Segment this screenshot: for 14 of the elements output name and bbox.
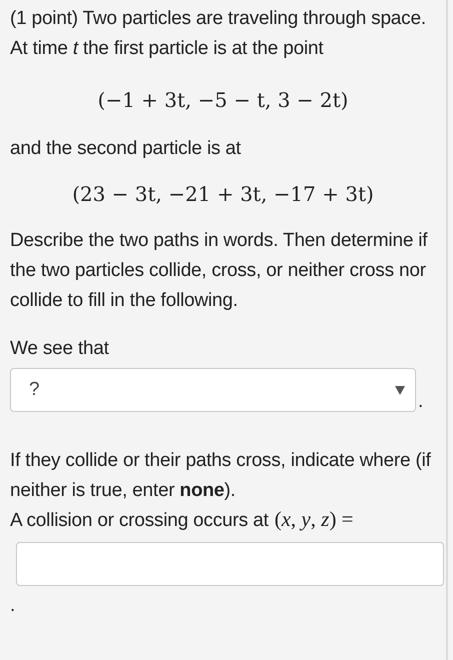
answer-select[interactable]: ? xyxy=(10,368,416,412)
answer-label: A collision or crossing occurs at xyxy=(10,509,268,533)
problem-text: and the second particle is at xyxy=(10,137,242,161)
math-expression: (23 − 3t, −21 + 3t, −17 + 3t) xyxy=(72,182,374,206)
answer-input-field[interactable] xyxy=(16,542,444,586)
select-label: We see that xyxy=(10,337,110,361)
math-expression: (x, y, z) = xyxy=(274,507,354,532)
period-text: . xyxy=(418,392,424,412)
math-expression: (−1 + 3t, −5 − t, 3 − 2t) xyxy=(98,88,348,112)
period-text: . xyxy=(10,595,16,616)
problem-intro: (1 point) Two particles are traveling through space. At time t the first particle is at the point xyxy=(10,7,427,61)
instructions-text: Describe the two paths in words. Then determine if the two particles collide, cross, or neither cross nor collide to fill in the following. xyxy=(10,229,428,313)
instructions-text: If they collide or their paths cross, indicate where (if neither is true, enter none). xyxy=(10,449,432,503)
dropdown-caret-icon xyxy=(395,386,405,394)
